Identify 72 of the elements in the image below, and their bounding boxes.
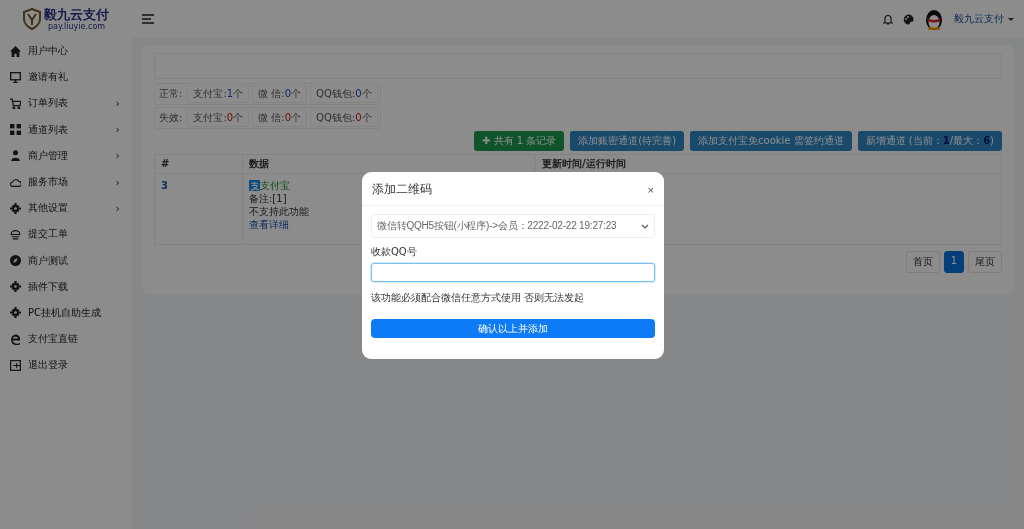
- note-text: 备注:[1]: [249, 193, 287, 204]
- sidebar-item[interactable]: 通道列表 ›: [0, 116, 132, 143]
- column-header: 数据: [249, 158, 269, 169]
- sidebar-item[interactable]: 邀请有礼: [0, 64, 132, 91]
- last-page-button[interactable]: 尾页: [968, 251, 1002, 273]
- sidebar-item[interactable]: 支付宝直链: [0, 326, 132, 353]
- chevron-icon: ›: [115, 123, 120, 137]
- sidebar-item[interactable]: 商户测试: [0, 247, 132, 274]
- confirm-add-button[interactable]: 确认以上并添加: [371, 319, 655, 338]
- alipay-icon: [249, 180, 260, 191]
- field-label: 收款QQ号: [371, 245, 418, 259]
- chevron-icon: ›: [115, 175, 120, 189]
- palette-icon[interactable]: [903, 13, 914, 25]
- stats-label: 正常:: [158, 87, 184, 101]
- user-menu[interactable]: 毅九云支付: [954, 12, 1004, 26]
- cloud-icon: [10, 176, 21, 188]
- details-link[interactable]: 查看详细: [249, 219, 289, 230]
- channel-select[interactable]: 微信转QQH5按钮(小程序)->会员：2222-02-22 19:27:23: [371, 214, 655, 238]
- page-button[interactable]: 1: [943, 251, 964, 273]
- penguin-avatar-icon: [924, 7, 944, 31]
- home-icon: [10, 45, 21, 57]
- gear-icon: [10, 307, 21, 319]
- sidebar-item[interactable]: 退出登录: [0, 352, 132, 379]
- caret-icon: [641, 223, 649, 229]
- chevron-icon: ›: [115, 201, 120, 215]
- column-header: 更新时间/运行时间: [542, 158, 626, 169]
- brand-domain: pay.liuyie.com: [47, 21, 106, 31]
- stat-chip: QQ钱包:0个: [310, 109, 378, 127]
- sidebar-item[interactable]: 订单列表 ›: [0, 90, 132, 117]
- caret-icon: [1008, 17, 1014, 21]
- logout-icon: [10, 359, 21, 371]
- sidebar-item[interactable]: 提交工单: [0, 221, 132, 248]
- stat-chip: 微 信:0个: [252, 85, 308, 103]
- row-id-link[interactable]: 3: [161, 180, 168, 191]
- action-button[interactable]: 添加支付宝免cookie 需签约通道: [690, 131, 852, 151]
- sidebar-item[interactable]: 服务市场 ›: [0, 168, 132, 196]
- column-header: #: [161, 158, 170, 169]
- stat-chip: 微 信:0个: [252, 109, 308, 127]
- user-icon: [10, 150, 21, 162]
- stat-chip: QQ钱包:0个: [310, 85, 378, 103]
- menu-icon[interactable]: [142, 14, 154, 24]
- ticket-icon: [10, 228, 21, 240]
- status-text: 不支持此功能: [249, 206, 309, 217]
- chevron-icon: ›: [115, 149, 120, 163]
- channel-name: 支付宝: [260, 179, 290, 192]
- action-button[interactable]: 添加账密通道(待完善): [570, 131, 685, 151]
- chevron-icon: ›: [115, 96, 120, 110]
- cart-icon: [10, 97, 21, 109]
- stats-label: 失效:: [158, 111, 184, 125]
- dialog-note: 该功能必须配合微信任意方式使用 否则无法发起: [371, 291, 586, 305]
- close-button[interactable]: ×: [647, 183, 654, 196]
- action-button[interactable]: ✚ 共有 1 条记录: [473, 131, 565, 151]
- first-page-button[interactable]: 首页: [905, 251, 940, 273]
- bell-icon[interactable]: [883, 13, 893, 25]
- sidebar-item[interactable]: 商户管理 ›: [0, 142, 132, 169]
- sidebar-item[interactable]: 插件下载: [0, 273, 132, 300]
- sidebar-item[interactable]: 用户中心: [0, 38, 132, 65]
- dialog-title: 添加二维码: [372, 181, 432, 198]
- brand-name: 毅九云支付: [44, 7, 109, 22]
- gear-icon: [10, 281, 21, 293]
- stat-chip: 支付宝:1个: [187, 85, 250, 103]
- edge-icon: [10, 333, 21, 345]
- stat-chip: 支付宝:0个: [187, 109, 250, 127]
- shield-logo-icon: [23, 8, 41, 30]
- sidebar-item[interactable]: PC挂机自助生成: [0, 299, 132, 327]
- gear-icon: [10, 202, 21, 214]
- compass-icon: [10, 255, 21, 267]
- grid-icon: [10, 124, 21, 136]
- monitor-icon: [10, 71, 21, 83]
- qq-number-field[interactable]: [371, 263, 655, 282]
- action-button[interactable]: 新增通道 (当前：1/最大：6): [857, 131, 1002, 151]
- sidebar-item[interactable]: 其他设置 ›: [0, 195, 132, 222]
